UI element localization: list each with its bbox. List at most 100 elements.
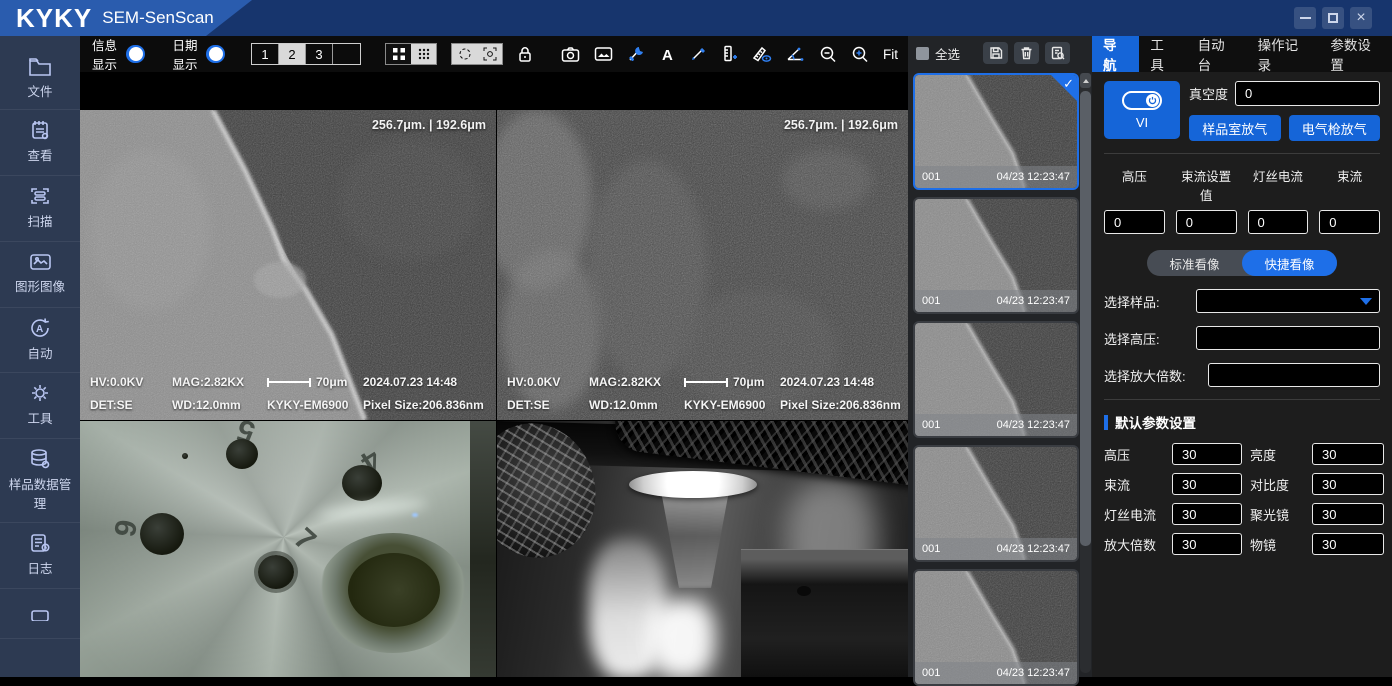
svg-text:A: A: [662, 47, 673, 62]
capture-button[interactable]: [561, 42, 580, 66]
save-thumbnails-button[interactable]: [983, 42, 1008, 64]
sidebar-item-auto[interactable]: A 自动: [0, 308, 80, 373]
sem-image-1[interactable]: 256.7μm. | 192.6μm HV:0.0KV MAG:2.82KX 7…: [80, 110, 496, 420]
measure-view-button[interactable]: [752, 42, 772, 66]
default-condenser-input[interactable]: 30: [1312, 503, 1384, 525]
tab-operation-log[interactable]: 操作记录: [1247, 36, 1320, 72]
sidebar-item-scan[interactable]: 扫描: [0, 176, 80, 242]
select-all-checkbox[interactable]: [916, 47, 929, 60]
lock-button[interactable]: [517, 42, 533, 66]
select-all-label: 全选: [935, 44, 960, 63]
maximize-button[interactable]: [1322, 7, 1344, 29]
sidebar-item-sample-data[interactable]: 样品数据管理: [0, 439, 80, 523]
default-objective-input[interactable]: 30: [1312, 533, 1384, 555]
grid-coarse-icon: [392, 47, 406, 61]
thumbnail-item[interactable]: 001 04/23 12:23:47: [913, 321, 1079, 438]
sidebar-item-label: 文件: [27, 83, 52, 101]
grid-fine-button[interactable]: [411, 44, 436, 64]
minimize-button[interactable]: [1294, 7, 1316, 29]
ruler-measure-button[interactable]: [722, 42, 738, 66]
defaults-section-header: 默认参数设置: [1104, 412, 1380, 432]
quick-imaging-button[interactable]: 快捷看像: [1242, 250, 1337, 276]
tab-navigation[interactable]: 导航: [1092, 36, 1139, 72]
sidebar-item-label: 样品数据管理: [8, 476, 72, 512]
image-icon: [29, 252, 52, 272]
snapshot-button[interactable]: [594, 42, 613, 66]
draw-annotation-button[interactable]: [690, 42, 708, 66]
close-button[interactable]: ×: [1350, 7, 1372, 29]
view-2-button[interactable]: 2: [279, 44, 306, 64]
fit-button[interactable]: Fit: [883, 47, 898, 62]
grid-coarse-button[interactable]: [386, 44, 411, 64]
stage-camera-view[interactable]: 5 4 6 7: [80, 421, 496, 677]
sidebar-item-files[interactable]: 文件: [0, 36, 80, 110]
default-contrast-input[interactable]: 30: [1312, 473, 1384, 495]
power-knob: [1146, 94, 1159, 107]
sem-image-2[interactable]: 256.7μm. | 192.6μm HV:0.0KV MAG:2.82KX 7…: [497, 110, 908, 420]
zoom-out-button[interactable]: [819, 42, 837, 66]
app-title: SEM-SenScan: [102, 8, 214, 28]
angle-measure-button[interactable]: [786, 42, 805, 66]
svg-text:A: A: [36, 324, 43, 335]
tab-auto-stage[interactable]: 自动台: [1187, 36, 1247, 72]
thumbnail-scrollbar-thumb[interactable]: [1080, 91, 1091, 546]
corner-frame-button[interactable]: [477, 44, 502, 64]
toolbar: 信息显示 日期显示 1 2 3 A: [80, 36, 908, 72]
thumbnail-caption: 001 04/23 12:23:47: [915, 290, 1077, 312]
select-sample-dropdown[interactable]: [1196, 289, 1380, 313]
default-mag-input[interactable]: 30: [1172, 533, 1242, 555]
brand-logo: KYKY: [0, 3, 102, 34]
default-filament-input[interactable]: 30: [1172, 503, 1242, 525]
sidebar-item-tools[interactable]: 工具: [0, 373, 80, 439]
view-4-button[interactable]: [333, 44, 360, 64]
chamber-camera-view[interactable]: [497, 421, 908, 677]
panel-tabs: 导航 工具 自动台 操作记录 参数设置: [1092, 36, 1392, 72]
vent-gun-button[interactable]: 电气枪放气: [1289, 115, 1381, 141]
sidebar-item-partial[interactable]: [0, 589, 80, 639]
image-tools-button[interactable]: [627, 42, 646, 66]
image-viewport: 256.7μm. | 192.6μm HV:0.0KV MAG:2.82KX 7…: [80, 72, 908, 677]
standard-imaging-button[interactable]: 标准看像: [1147, 250, 1242, 276]
wd-readout: WD:12.0mm: [589, 398, 684, 412]
default-hv-input[interactable]: 30: [1172, 443, 1242, 465]
pen-icon: [690, 46, 708, 62]
filament-field-input[interactable]: 0: [1248, 210, 1309, 234]
info-display-toggle[interactable]: [126, 45, 145, 63]
thumbnail-item[interactable]: ✓ 001 04/23 12:23:47: [913, 73, 1079, 190]
zoom-in-button[interactable]: [851, 42, 869, 66]
tab-tools[interactable]: 工具: [1139, 36, 1186, 72]
sidebar-item-label: 日志: [27, 560, 52, 578]
delete-thumbnails-button[interactable]: [1014, 42, 1039, 64]
preview-icon: [1051, 46, 1065, 60]
sidebar-item-label: 图形图像: [15, 278, 65, 296]
vacuum-input[interactable]: 0: [1235, 81, 1380, 106]
preview-thumbnails-button[interactable]: [1045, 42, 1070, 64]
date-display-label: 日期显示: [173, 35, 201, 73]
text-annotation-button[interactable]: A: [660, 42, 676, 66]
dashed-frame-button[interactable]: [452, 44, 477, 64]
select-hv-input[interactable]: [1196, 326, 1380, 350]
beam-set-field-input[interactable]: 0: [1176, 210, 1237, 234]
vent-chamber-button[interactable]: 样品室放气: [1189, 115, 1281, 141]
thumbnail-item[interactable]: 001 04/23 12:23:47: [913, 197, 1079, 314]
thumbnail-item[interactable]: 001 04/23 12:23:47: [913, 445, 1079, 562]
vacuum-vi-toggle[interactable]: VI: [1104, 81, 1180, 139]
tab-parameter-settings[interactable]: 参数设置: [1319, 36, 1392, 72]
default-brightness-input[interactable]: 30: [1312, 443, 1384, 465]
default-beam-input[interactable]: 30: [1172, 473, 1242, 495]
beam-field-input[interactable]: 0: [1319, 210, 1380, 234]
sidebar-item-images[interactable]: 图形图像: [0, 242, 80, 308]
hv-field-label: 高压: [1104, 166, 1165, 204]
vi-toggle-switch[interactable]: [1122, 91, 1162, 110]
hv-field-input[interactable]: 0: [1104, 210, 1165, 234]
select-mag-input[interactable]: [1208, 363, 1380, 387]
view-3-button[interactable]: 3: [306, 44, 333, 64]
toggle-knob: [209, 47, 223, 61]
thumbnail-scroll-up-button[interactable]: [1080, 73, 1091, 88]
sidebar-item-log[interactable]: 日志: [0, 523, 80, 589]
view-1-button[interactable]: 1: [252, 44, 279, 64]
sidebar-item-view[interactable]: 查看: [0, 110, 80, 176]
thumbnail-item[interactable]: 001 04/23 12:23:47: [913, 569, 1079, 686]
scan-icon: [29, 185, 51, 207]
date-display-toggle[interactable]: [206, 45, 225, 63]
